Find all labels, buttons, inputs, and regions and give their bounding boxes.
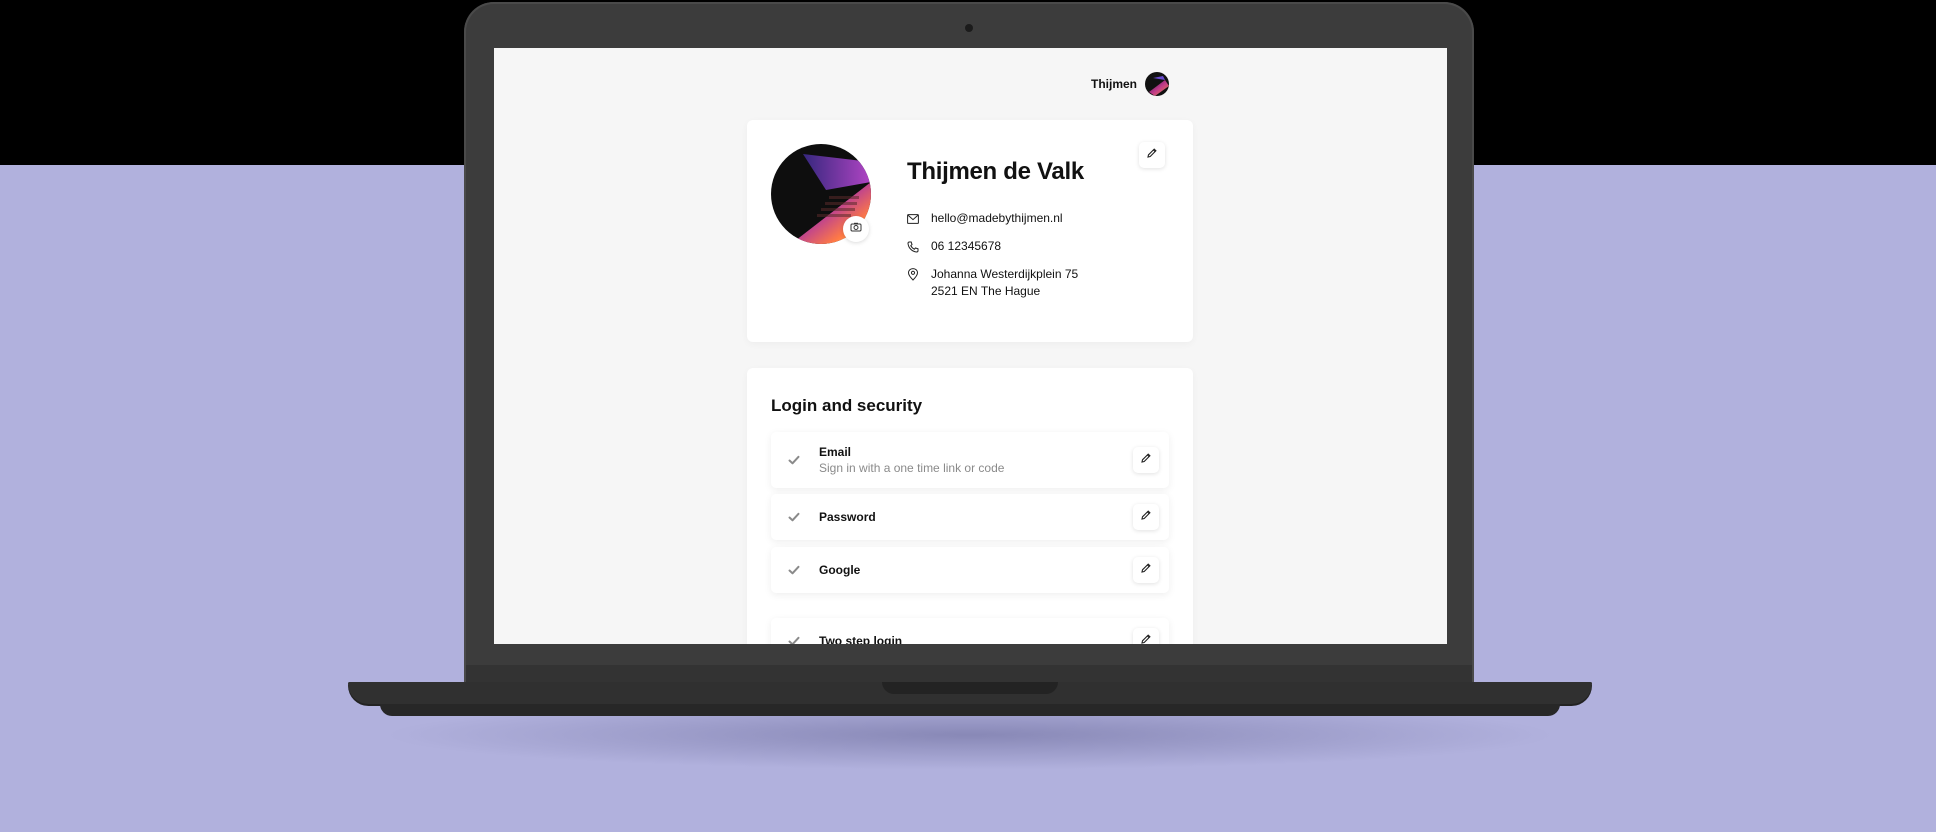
- change-photo-button[interactable]: [843, 216, 869, 242]
- address-line-1: Johanna Westerdijkplein 75: [931, 267, 1079, 281]
- profile-card: Thijmen de Valk hello@madebythijmen.nl 0…: [747, 120, 1193, 342]
- profile-address: Johanna Westerdijkplein 75 2521 EN The H…: [931, 266, 1078, 300]
- login-method-title: Password: [819, 510, 876, 524]
- login-security-card: Login and security Email Sign in with a …: [747, 368, 1193, 644]
- check-icon: [787, 634, 801, 644]
- email-row: hello@madebythijmen.nl: [907, 210, 1063, 227]
- mail-icon: [907, 210, 919, 227]
- screen-bezel-bottom: [466, 665, 1472, 683]
- login-method-text: Email Sign in with a one time link or co…: [819, 444, 1004, 476]
- login-method-text: Google: [819, 562, 860, 578]
- login-method-two-step[interactable]: Two step login: [771, 618, 1169, 644]
- profile-name: Thijmen de Valk: [907, 158, 1084, 185]
- edit-password-button[interactable]: [1133, 504, 1159, 530]
- laptop-screen: Thijmen Thijmen de Valk hello@madebythij…: [494, 48, 1447, 644]
- pencil-icon: [1140, 632, 1152, 644]
- login-method-title: Two step login: [819, 634, 903, 644]
- user-name: Thijmen: [1090, 77, 1137, 91]
- check-icon: [787, 453, 801, 467]
- pencil-icon: [1140, 451, 1152, 469]
- pencil-icon: [1140, 508, 1152, 526]
- laptop-base-edge: [380, 704, 1560, 716]
- login-method-text: Two step login: [819, 633, 902, 644]
- login-method-text: Password: [819, 509, 876, 525]
- edit-profile-button[interactable]: [1139, 142, 1165, 168]
- user-menu[interactable]: Thijmen: [1091, 72, 1169, 96]
- pencil-icon: [1140, 561, 1152, 579]
- login-method-subtitle: Sign in with a one time link or code: [819, 461, 1005, 475]
- section-title: Login and security: [771, 396, 923, 415]
- edit-email-login-button[interactable]: [1133, 447, 1159, 473]
- webcam: [965, 24, 973, 32]
- login-method-password[interactable]: Password: [771, 494, 1169, 540]
- edit-two-step-button[interactable]: [1133, 628, 1159, 644]
- address-row: Johanna Westerdijkplein 75 2521 EN The H…: [907, 266, 1078, 300]
- check-icon: [787, 510, 801, 524]
- login-method-title: Google: [819, 563, 861, 577]
- laptop-hinge-notch: [882, 682, 1058, 694]
- address-line-2: 2521 EN The Hague: [931, 284, 1041, 298]
- login-method-title: Email: [819, 445, 852, 459]
- location-pin-icon: [907, 266, 919, 283]
- phone-row: 06 12345678: [907, 238, 1001, 255]
- check-icon: [787, 563, 801, 577]
- profile-phone: 06 12345678: [931, 239, 1002, 253]
- user-avatar[interactable]: [1145, 72, 1169, 96]
- edit-google-button[interactable]: [1133, 557, 1159, 583]
- login-method-email[interactable]: Email Sign in with a one time link or co…: [771, 432, 1169, 488]
- login-method-google[interactable]: Google: [771, 547, 1169, 593]
- profile-email: hello@madebythijmen.nl: [931, 211, 1063, 225]
- pencil-icon: [1146, 146, 1158, 164]
- camera-icon: [850, 220, 862, 238]
- phone-icon: [907, 238, 919, 255]
